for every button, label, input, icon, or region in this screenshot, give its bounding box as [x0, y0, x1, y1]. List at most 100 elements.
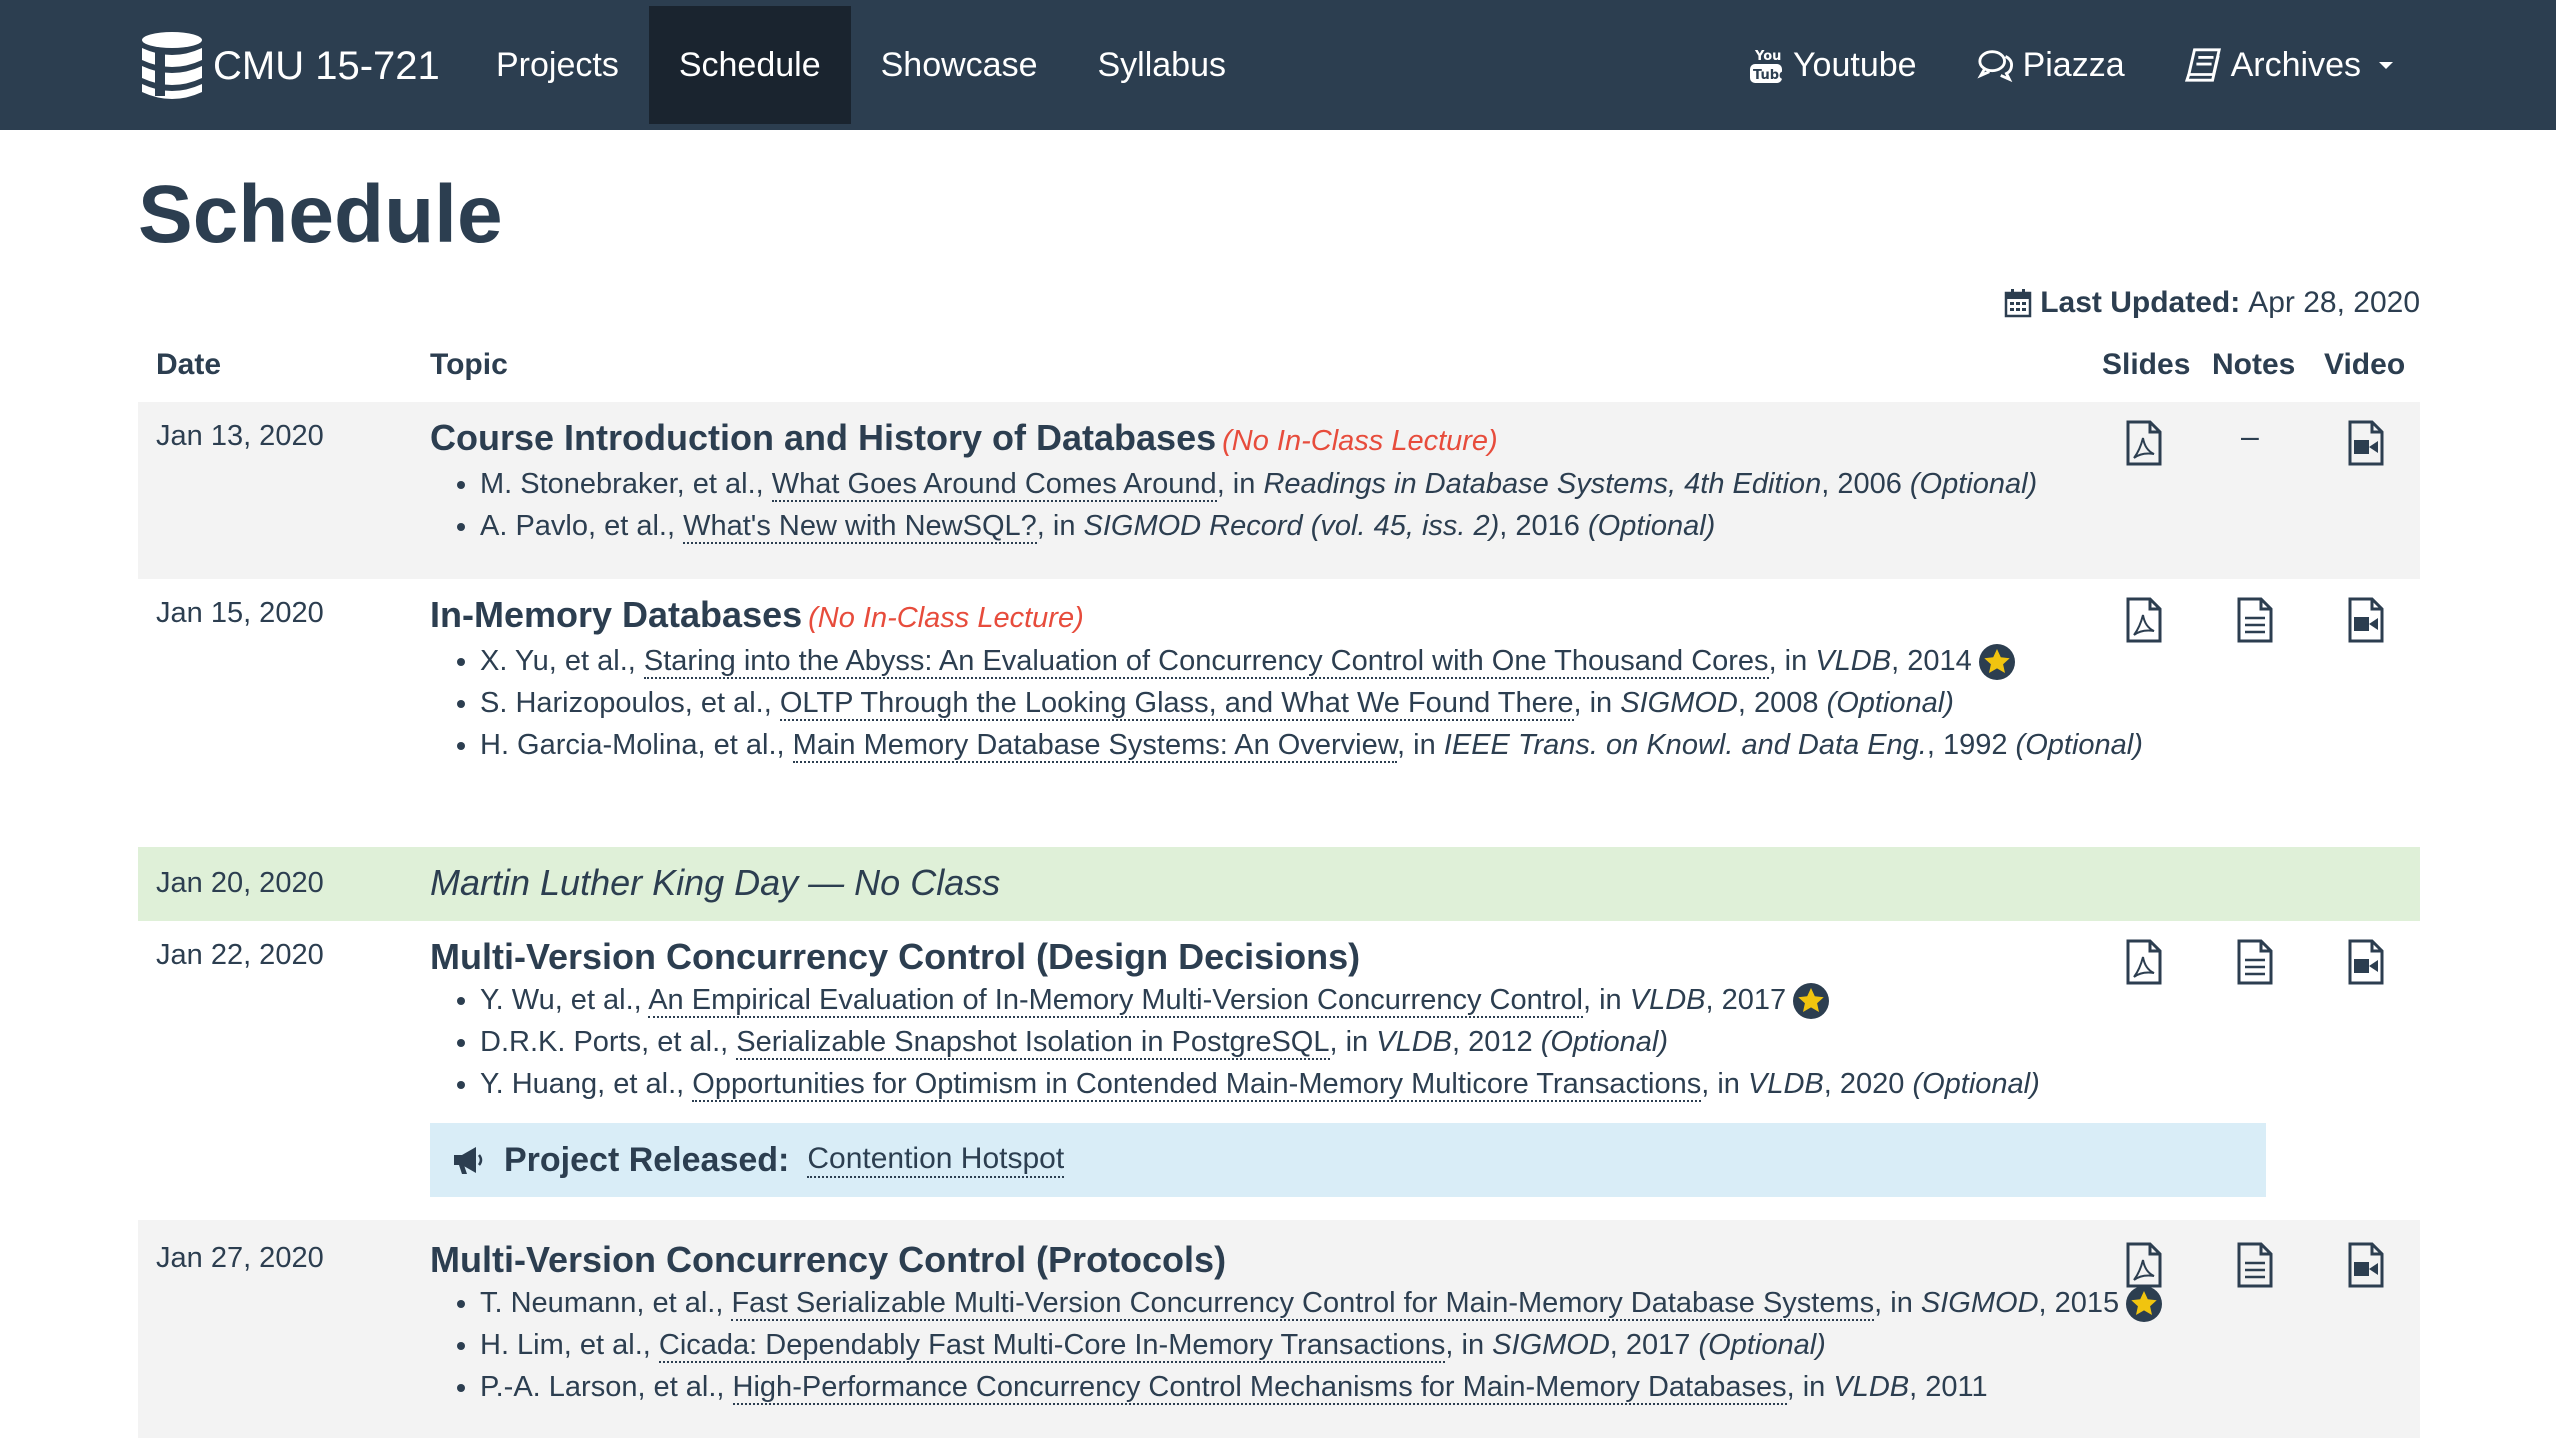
- paper-link[interactable]: Fast Serializable Multi-Version Concurre…: [731, 1287, 1875, 1321]
- reading-in: , in: [1445, 1329, 1493, 1361]
- topic-title-text: Multi-Version Concurrency Control (Desig…: [430, 936, 1361, 977]
- header-topic: Topic: [430, 348, 508, 381]
- star-icon: [1792, 982, 1830, 1020]
- nav-youtube[interactable]: You Tube Youtube: [1722, 6, 1942, 124]
- last-updated: Last Updated: Apr 28, 2020: [2004, 286, 2420, 320]
- svg-text:You: You: [1754, 49, 1781, 64]
- paper-link[interactable]: Staring into the Abyss: An Evaluation of…: [643, 645, 1769, 679]
- reading-item: H. Lim, et al., Cicada: Dependably Fast …: [480, 1324, 2210, 1366]
- nav-archives-dropdown[interactable]: Archives: [2160, 6, 2418, 124]
- brand-link[interactable]: CMU 15-721: [137, 28, 440, 104]
- schedule-row: Jan 27, 2020 Multi-Version Concurrency C…: [138, 1220, 2420, 1438]
- optional-tag: (Optional): [2015, 729, 2143, 761]
- topic-title: In-Memory Databases (No In-Class Lecture): [430, 593, 2210, 640]
- reading-in: , in: [1397, 729, 1444, 761]
- reading-venue: Readings in Database Systems, 4th Editio…: [1263, 468, 1822, 500]
- nav-showcase[interactable]: Showcase: [851, 6, 1068, 124]
- reading-item: D.R.K. Ports, et al., Serializable Snaps…: [480, 1021, 2210, 1063]
- project-link[interactable]: Contention Hotspot: [807, 1142, 1065, 1178]
- optional-tag: (Optional): [1587, 510, 1716, 542]
- paper-link[interactable]: What Goes Around Comes Around: [771, 468, 1217, 502]
- optional-tag: (Optional): [1912, 1068, 2040, 1100]
- topic-title: Multi-Version Concurrency Control (Desig…: [430, 935, 2210, 979]
- top-navbar: CMU 15-721 Projects Schedule Showcase Sy…: [0, 0, 2556, 130]
- nav-piazza-label: Piazza: [2022, 45, 2125, 84]
- paper-link[interactable]: OLTP Through the Looking Glass, and What…: [779, 687, 1574, 721]
- reading-authors: A. Pavlo, et al.,: [480, 510, 684, 542]
- reading-venue: VLDB: [1815, 645, 1892, 677]
- pdf-slides-icon[interactable]: [2122, 597, 2166, 643]
- header-notes: Notes: [2212, 348, 2296, 381]
- no-lecture-note: (No In-Class Lecture): [808, 602, 1084, 634]
- optional-tag: (Optional): [1698, 1329, 1826, 1361]
- notes-document-icon[interactable]: [2233, 1242, 2277, 1288]
- reading-in: , in: [1874, 1287, 1921, 1319]
- main-nav: Projects Schedule Showcase Syllabus: [466, 6, 1256, 124]
- paper-link[interactable]: Cicada: Dependably Fast Multi-Core In-Me…: [658, 1329, 1446, 1363]
- reading-year: , 2011: [1909, 1371, 1988, 1403]
- reading-in: , in: [1216, 468, 1264, 500]
- no-lecture-note: (No In-Class Lecture): [1222, 425, 1498, 457]
- reading-item: Y. Huang, et al., Opportunities for Opti…: [480, 1063, 2210, 1105]
- last-updated-value: Apr 28, 2020: [2248, 286, 2420, 319]
- video-icon[interactable]: [2344, 1242, 2388, 1288]
- topic-title: Multi-Version Concurrency Control (Proto…: [430, 1238, 2210, 1282]
- page-title: Schedule: [138, 169, 503, 260]
- reading-authors: Y. Huang, et al.,: [480, 1068, 693, 1100]
- topic-title-text: Course Introduction and History of Datab…: [430, 417, 1217, 458]
- reading-item: T. Neumann, et al., Fast Serializable Mu…: [480, 1282, 2210, 1324]
- row-date: Jan 15, 2020: [156, 597, 324, 629]
- star-icon: [1978, 643, 2016, 681]
- header-slides: Slides: [2102, 348, 2191, 381]
- row-date: Jan 27, 2020: [156, 1242, 324, 1274]
- topic-cell: In-Memory Databases (No In-Class Lecture)…: [430, 593, 2210, 766]
- nav-piazza[interactable]: Piazza: [1952, 6, 2150, 124]
- paper-link[interactable]: Opportunities for Optimism in Contended …: [692, 1068, 1702, 1102]
- optional-tag: (Optional): [1909, 468, 2038, 500]
- reading-venue: SIGMOD: [1620, 687, 1738, 719]
- nav-schedule[interactable]: Schedule: [648, 6, 851, 124]
- holiday-title: Martin Luther King Day — No Class: [430, 862, 1001, 903]
- optional-tag: (Optional): [1826, 687, 1954, 719]
- reading-list: M. Stonebraker, et al., What Goes Around…: [430, 463, 2210, 547]
- reading-venue: SIGMOD: [1920, 1287, 2039, 1319]
- reading-in: , in: [1768, 645, 1816, 677]
- paper-link[interactable]: An Empirical Evaluation of In-Memory Mul…: [648, 984, 1583, 1018]
- pdf-slides-icon[interactable]: [2122, 420, 2166, 466]
- nav-syllabus[interactable]: Syllabus: [1067, 6, 1256, 124]
- holiday-row: Jan 20, 2020 Martin Luther King Day — No…: [138, 847, 2420, 921]
- reading-venue: VLDB: [1833, 1371, 1910, 1403]
- svg-text:Tube: Tube: [1753, 68, 1785, 83]
- pdf-slides-icon[interactable]: [2122, 1242, 2166, 1288]
- topic-title: Course Introduction and History of Datab…: [430, 416, 2210, 463]
- reading-list: T. Neumann, et al., Fast Serializable Mu…: [430, 1282, 2210, 1408]
- pdf-slides-icon[interactable]: [2122, 939, 2166, 985]
- reading-list: X. Yu, et al., Staring into the Abyss: A…: [430, 640, 2210, 766]
- comments-icon: [1976, 45, 2015, 85]
- reading-year: , 2020: [1823, 1068, 1913, 1100]
- reading-year: , 2016: [1499, 510, 1588, 542]
- reading-authors: P.-A. Larson, et al.,: [480, 1371, 733, 1403]
- topic-title-text: In-Memory Databases: [430, 594, 803, 635]
- paper-link[interactable]: Main Memory Database Systems: An Overvie…: [792, 729, 1398, 763]
- paper-link[interactable]: High-Performance Concurrency Control Mec…: [732, 1371, 1787, 1405]
- notes-document-icon[interactable]: [2233, 939, 2277, 985]
- video-icon[interactable]: [2344, 939, 2388, 985]
- topic-cell: Course Introduction and History of Datab…: [430, 416, 2210, 547]
- paper-link[interactable]: Serializable Snapshot Isolation in Postg…: [736, 1026, 1330, 1060]
- announcement-label: Project Released:: [504, 1140, 790, 1179]
- reading-list: Y. Wu, et al., An Empirical Evaluation o…: [430, 979, 2210, 1105]
- reading-year: , 2008: [1737, 687, 1827, 719]
- nav-projects[interactable]: Projects: [466, 6, 649, 124]
- brand-text: CMU 15-721: [213, 44, 440, 88]
- video-icon[interactable]: [2344, 597, 2388, 643]
- reading-year: , 2012: [1452, 1026, 1541, 1058]
- reading-authors: D.R.K. Ports, et al.,: [480, 1026, 737, 1058]
- secondary-nav: You Tube Youtube Piazza Archives: [1722, 6, 2418, 124]
- reading-in: , in: [1786, 1371, 1834, 1403]
- video-icon[interactable]: [2344, 420, 2388, 466]
- notes-document-icon[interactable]: [2233, 597, 2277, 643]
- book-icon: [2184, 45, 2223, 85]
- reading-venue: SIGMOD: [1492, 1329, 1610, 1361]
- paper-link[interactable]: What's New with NewSQL?: [683, 510, 1037, 544]
